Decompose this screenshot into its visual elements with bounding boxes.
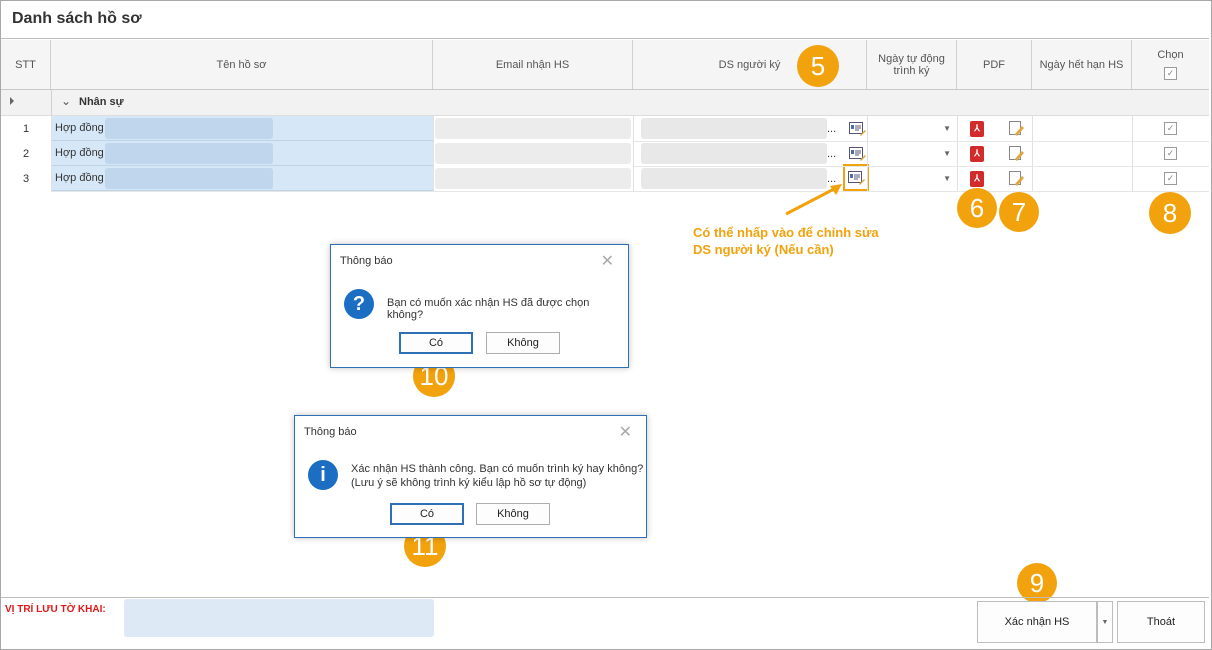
select-all-checkbox[interactable]: ✓ <box>1164 67 1177 80</box>
row-divider <box>51 191 1209 192</box>
page-title: Danh sách hồ sơ <box>12 10 142 27</box>
row-checkbox-cell[interactable]: ✓ <box>1132 116 1209 141</box>
row-checkbox-cell[interactable]: ✓ <box>1132 166 1209 191</box>
edit-signers-icon[interactable] <box>847 116 867 141</box>
col-divider <box>867 116 868 191</box>
no-button[interactable]: Không <box>486 332 560 354</box>
no-button[interactable]: Không <box>476 503 550 525</box>
row-checkbox[interactable]: ✓ <box>1164 122 1177 135</box>
chevron-down-icon[interactable]: ⌄ <box>61 94 71 108</box>
row-stt: 3 <box>22 172 30 185</box>
redacted-signers <box>641 118 827 139</box>
col-ngay-tu-dong-line1: Ngày tự động <box>878 52 945 65</box>
row-checkbox[interactable]: ✓ <box>1164 172 1177 185</box>
date-dropdown-icon[interactable]: ▼ <box>867 116 957 141</box>
col-ngay-tu-dong-line2: trình ký <box>893 64 930 77</box>
yes-button[interactable]: Có <box>390 503 464 525</box>
pdf-icon[interactable]: ⅄ <box>967 116 987 141</box>
callout-8: 8 <box>1149 192 1191 234</box>
col-pdf[interactable]: PDF <box>957 40 1032 89</box>
dialog-message-line2: (Lưu ý sẽ không trình ký kiểu lập hồ sơ … <box>351 477 587 489</box>
redacted-location <box>124 599 434 637</box>
col-chon[interactable]: Chọn ✓ <box>1132 40 1209 89</box>
info-icon: i <box>308 460 338 490</box>
col-stt[interactable]: STT <box>1 40 51 89</box>
dialog-title: Thông báo <box>340 255 393 267</box>
confirm-hs-button[interactable]: Xác nhận HS <box>977 601 1097 643</box>
redacted-email <box>435 118 631 139</box>
group-divider <box>51 90 52 115</box>
col-ten-ho-so[interactable]: Tên hồ sơ <box>51 40 433 89</box>
footer-divider <box>1 597 1209 598</box>
redacted-name <box>105 143 273 164</box>
row-ten-text: Hợp đồng <box>55 172 104 184</box>
redacted-email <box>435 168 631 189</box>
row-ten-text: Hợp đồng <box>55 147 104 159</box>
edit-signers-icon[interactable] <box>847 141 867 166</box>
col-divider <box>633 116 634 191</box>
col-chon-label: Chọn <box>1157 49 1184 61</box>
confirm-dialog: Thông báo ✕ ? Bạn có muốn xác nhận HS đã… <box>330 244 629 368</box>
redacted-name <box>105 118 273 139</box>
edit-pdf-icon[interactable] <box>1006 166 1026 191</box>
annotation-arrow-icon <box>785 184 842 216</box>
group-label: Nhân sự <box>79 96 124 108</box>
col-ngay-het-han[interactable]: Ngày hết hạn HS <box>1032 40 1132 89</box>
callout-7: 7 <box>999 192 1039 232</box>
row-ds-ellipsis: ... <box>827 147 837 160</box>
row-checkbox-cell[interactable]: ✓ <box>1132 141 1209 166</box>
annotation-line2: DS người ký (Nếu cần) <box>693 242 834 257</box>
yes-button[interactable]: Có <box>399 332 473 354</box>
success-dialog: Thông báo ✕ i Xác nhận HS thành công. Bạ… <box>294 415 647 538</box>
question-icon: ? <box>344 289 374 319</box>
col-divider <box>1132 116 1133 191</box>
location-label: VỊ TRÍ LƯU TỜ KHAI: <box>5 604 106 615</box>
row-checkbox[interactable]: ✓ <box>1164 147 1177 160</box>
row-indicator-icon <box>10 97 14 105</box>
grid-header: STT Tên hồ sơ Email nhận HS DS người ký … <box>1 40 1209 90</box>
col-divider <box>1032 116 1033 191</box>
date-dropdown-icon[interactable]: ▼ <box>867 166 957 191</box>
row-divider <box>633 166 1209 167</box>
close-icon[interactable]: ✕ <box>619 422 632 442</box>
row-ten-text: Hợp đồng <box>55 122 104 134</box>
col-email[interactable]: Email nhận HS <box>433 40 633 89</box>
title-divider <box>1 38 1209 39</box>
row-divider <box>633 141 1209 142</box>
group-row[interactable]: ⌄ Nhân sự <box>1 90 1209 116</box>
annotation-line1: Có thể nhấp vào để chỉnh sửa <box>693 225 879 240</box>
edit-pdf-icon[interactable] <box>1006 141 1026 166</box>
col-divider <box>51 116 52 191</box>
col-divider <box>957 116 958 191</box>
pdf-icon[interactable]: ⅄ <box>967 141 987 166</box>
exit-button[interactable]: Thoát <box>1117 601 1205 643</box>
redacted-email <box>435 143 631 164</box>
table-row[interactable]: 2 Hợp đồng ... ▼ ⅄ ✓ <box>1 141 1209 166</box>
callout-6: 6 <box>957 188 997 228</box>
dialog-message: Bạn có muốn xác nhận HS đã được chọn khô… <box>387 297 590 321</box>
date-dropdown-icon[interactable]: ▼ <box>867 141 957 166</box>
row-stt: 1 <box>22 122 30 135</box>
dialog-message-line1: Xác nhận HS thành công. Bạn có muốn trìn… <box>351 463 644 475</box>
edit-pdf-icon[interactable] <box>1006 116 1026 141</box>
confirm-dropdown-icon[interactable]: ▼ <box>1097 601 1113 643</box>
row-ds-ellipsis: ... <box>827 122 837 135</box>
dialog-message: Xác nhận HS thành công. Bạn có muốn trìn… <box>351 462 643 490</box>
row-stt: 2 <box>22 147 30 160</box>
col-divider <box>433 116 434 191</box>
redacted-name <box>105 168 273 189</box>
dialog-title: Thông báo <box>304 426 357 438</box>
table-row[interactable]: 1 Hợp đồng ... ▼ ⅄ ✓ <box>1 116 1209 141</box>
redacted-signers <box>641 143 827 164</box>
col-ngay-tu-dong[interactable]: Ngày tự động trình ký <box>867 40 957 89</box>
callout-5: 5 <box>797 45 839 87</box>
annotation-text: Có thể nhấp vào để chỉnh sửa DS người ký… <box>693 224 879 258</box>
table-row[interactable]: 3 Hợp đồng ... ▼ ⅄ ✓ <box>1 164 1209 191</box>
close-icon[interactable]: ✕ <box>601 251 614 271</box>
